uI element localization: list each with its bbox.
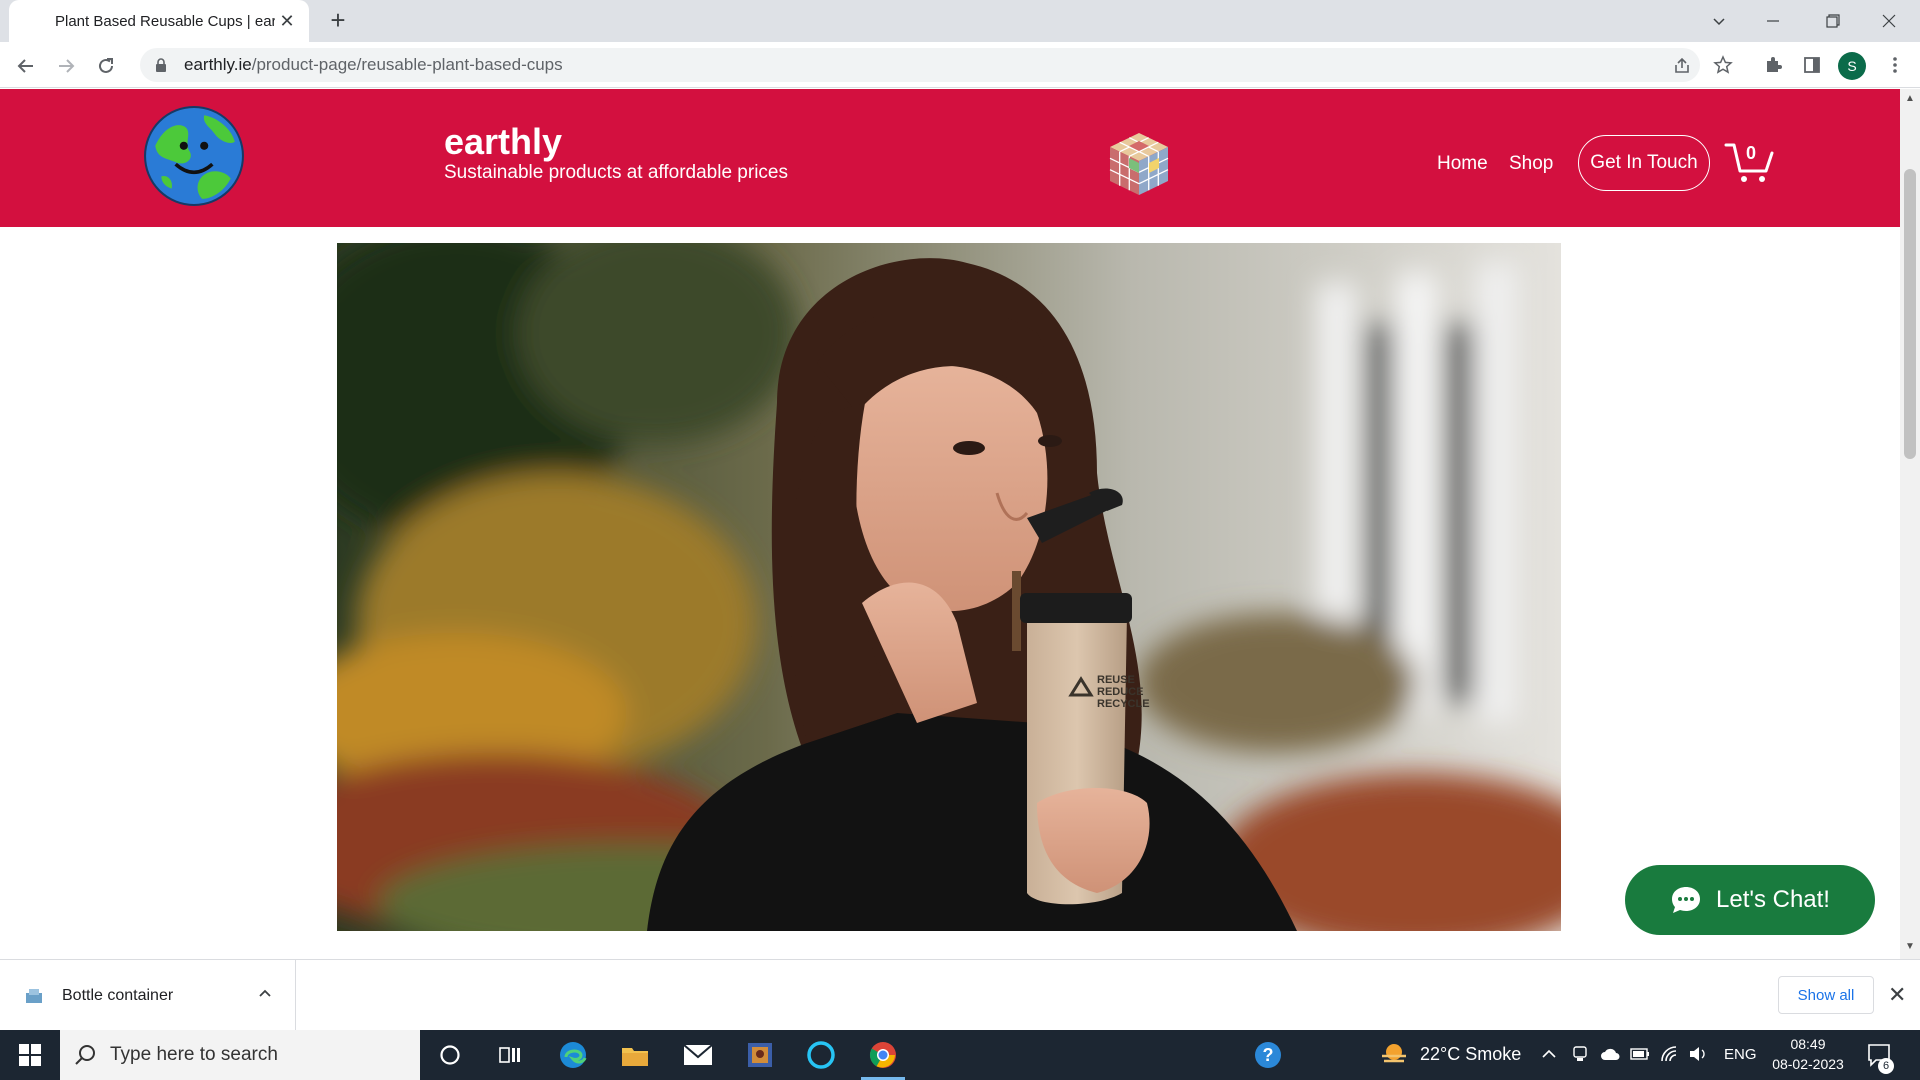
extensions-puzzle-icon[interactable] xyxy=(1758,50,1788,80)
battery-icon[interactable] xyxy=(1630,1047,1650,1061)
clock-time: 08:49 xyxy=(1790,1036,1826,1052)
page-scrollbar[interactable]: ▲ ▼ xyxy=(1900,89,1920,959)
earth-logo-icon[interactable] xyxy=(143,105,245,207)
windows-taskbar: Type here to search ? 22°C Smoke ENG 08:… xyxy=(0,1030,1920,1080)
restore-button[interactable] xyxy=(1810,4,1856,38)
url-path: /product-page/reusable-plant-based-cups xyxy=(251,55,563,74)
profile-avatar[interactable]: S xyxy=(1838,52,1866,80)
notification-count-badge: 6 xyxy=(1878,1058,1894,1074)
cart-count-badge[interactable]: 0 xyxy=(1746,143,1756,164)
brand-name[interactable]: earthly xyxy=(444,121,562,163)
lock-icon[interactable] xyxy=(154,58,168,72)
lets-chat-button[interactable]: Let's Chat! xyxy=(1625,865,1875,935)
taskbar-search-box[interactable]: Type here to search xyxy=(60,1030,420,1080)
url-host: earthly.ie xyxy=(184,55,252,74)
onedrive-cloud-icon[interactable] xyxy=(1600,1046,1620,1062)
lets-chat-label: Let's Chat! xyxy=(1716,886,1830,913)
back-arrow-icon[interactable] xyxy=(10,50,42,82)
site-header: earthly Sustainable products at affordab… xyxy=(0,89,1900,227)
bookmark-star-icon[interactable] xyxy=(1708,50,1738,80)
volume-icon[interactable] xyxy=(1688,1045,1708,1063)
download-file-name: Bottle container xyxy=(62,986,174,1004)
page-viewport: earthly Sustainable products at affordab… xyxy=(0,89,1900,959)
kebab-menu-icon[interactable] xyxy=(1880,50,1910,80)
forward-arrow-icon[interactable] xyxy=(50,50,82,82)
chrome-icon[interactable] xyxy=(855,1030,911,1080)
svg-text:REDUCE: REDUCE xyxy=(1097,686,1143,698)
alexa-icon[interactable] xyxy=(793,1030,849,1080)
show-all-button[interactable]: Show all xyxy=(1778,976,1874,1014)
file-explorer-icon[interactable] xyxy=(607,1030,663,1080)
address-bar[interactable]: earthly.ie/product-page/reusable-plant-b… xyxy=(140,48,1700,82)
edge-browser-icon[interactable] xyxy=(545,1030,601,1080)
hero-product-image: REUSEREDUCERECYCLE xyxy=(337,243,1561,931)
tab-title: Plant Based Reusable Cups | earthly xyxy=(55,12,275,30)
chevron-up-icon[interactable] xyxy=(258,986,272,1000)
browser-tabstrip: Plant Based Reusable Cups | earthly ✕ + xyxy=(0,0,1920,42)
windows-start-icon[interactable] xyxy=(0,1030,60,1080)
reload-icon[interactable] xyxy=(90,50,122,82)
help-icon[interactable]: ? xyxy=(1240,1030,1296,1080)
wifi-icon[interactable] xyxy=(1660,1045,1680,1063)
new-tab-button[interactable]: + xyxy=(325,7,351,34)
side-panel-icon[interactable] xyxy=(1797,50,1827,80)
svg-text:REUSE: REUSE xyxy=(1097,674,1135,686)
get-in-touch-button[interactable]: Get In Touch xyxy=(1578,135,1710,191)
file-icon xyxy=(26,988,42,1003)
close-window-button[interactable] xyxy=(1866,4,1912,38)
weather-text[interactable]: 22°C Smoke xyxy=(1420,1044,1521,1065)
task-view-icon[interactable] xyxy=(482,1030,538,1080)
download-item[interactable]: Bottle container xyxy=(0,960,296,1031)
svg-text:RECYCLE: RECYCLE xyxy=(1097,698,1150,710)
scroll-thumb[interactable] xyxy=(1904,169,1916,459)
share-icon[interactable] xyxy=(1668,52,1696,80)
tab-close-icon[interactable]: ✕ xyxy=(277,11,297,31)
svg-text:?: ? xyxy=(1263,1045,1274,1065)
language-indicator[interactable]: ENG xyxy=(1724,1046,1757,1063)
clock-date: 08-02-2023 xyxy=(1772,1056,1844,1072)
nav-shop-link[interactable]: Shop xyxy=(1509,153,1553,175)
download-shelf: Bottle container Show all ✕ xyxy=(0,959,1920,1031)
meet-now-icon[interactable] xyxy=(1572,1045,1588,1063)
minimize-button[interactable] xyxy=(1750,4,1796,38)
browser-tab-active[interactable]: Plant Based Reusable Cups | earthly ✕ xyxy=(9,0,309,42)
browser-toolbar: earthly.ie/product-page/reusable-plant-b… xyxy=(0,42,1920,88)
close-downloads-icon[interactable]: ✕ xyxy=(1888,982,1906,1008)
system-clock[interactable]: 08:49 08-02-2023 xyxy=(1766,1034,1850,1074)
taskbar-search-placeholder: Type here to search xyxy=(110,1044,278,1065)
tab-search-chevron-icon[interactable] xyxy=(1696,4,1742,38)
nav-home-link[interactable]: Home xyxy=(1437,153,1488,175)
brand-tagline: Sustainable products at affordable price… xyxy=(444,162,788,183)
scroll-up-arrow-icon[interactable]: ▲ xyxy=(1904,93,1916,105)
photos-app-icon[interactable] xyxy=(732,1030,788,1080)
rubiks-cube-icon xyxy=(1109,133,1169,195)
tray-chevron-up-icon[interactable] xyxy=(1542,1048,1556,1060)
cortana-icon[interactable] xyxy=(422,1030,478,1080)
search-icon xyxy=(75,1045,95,1065)
scroll-down-arrow-icon[interactable]: ▼ xyxy=(1904,941,1916,953)
weather-sun-haze-icon[interactable] xyxy=(1378,1040,1410,1068)
mail-icon[interactable] xyxy=(670,1030,726,1080)
chat-bubble-icon xyxy=(1672,887,1700,913)
